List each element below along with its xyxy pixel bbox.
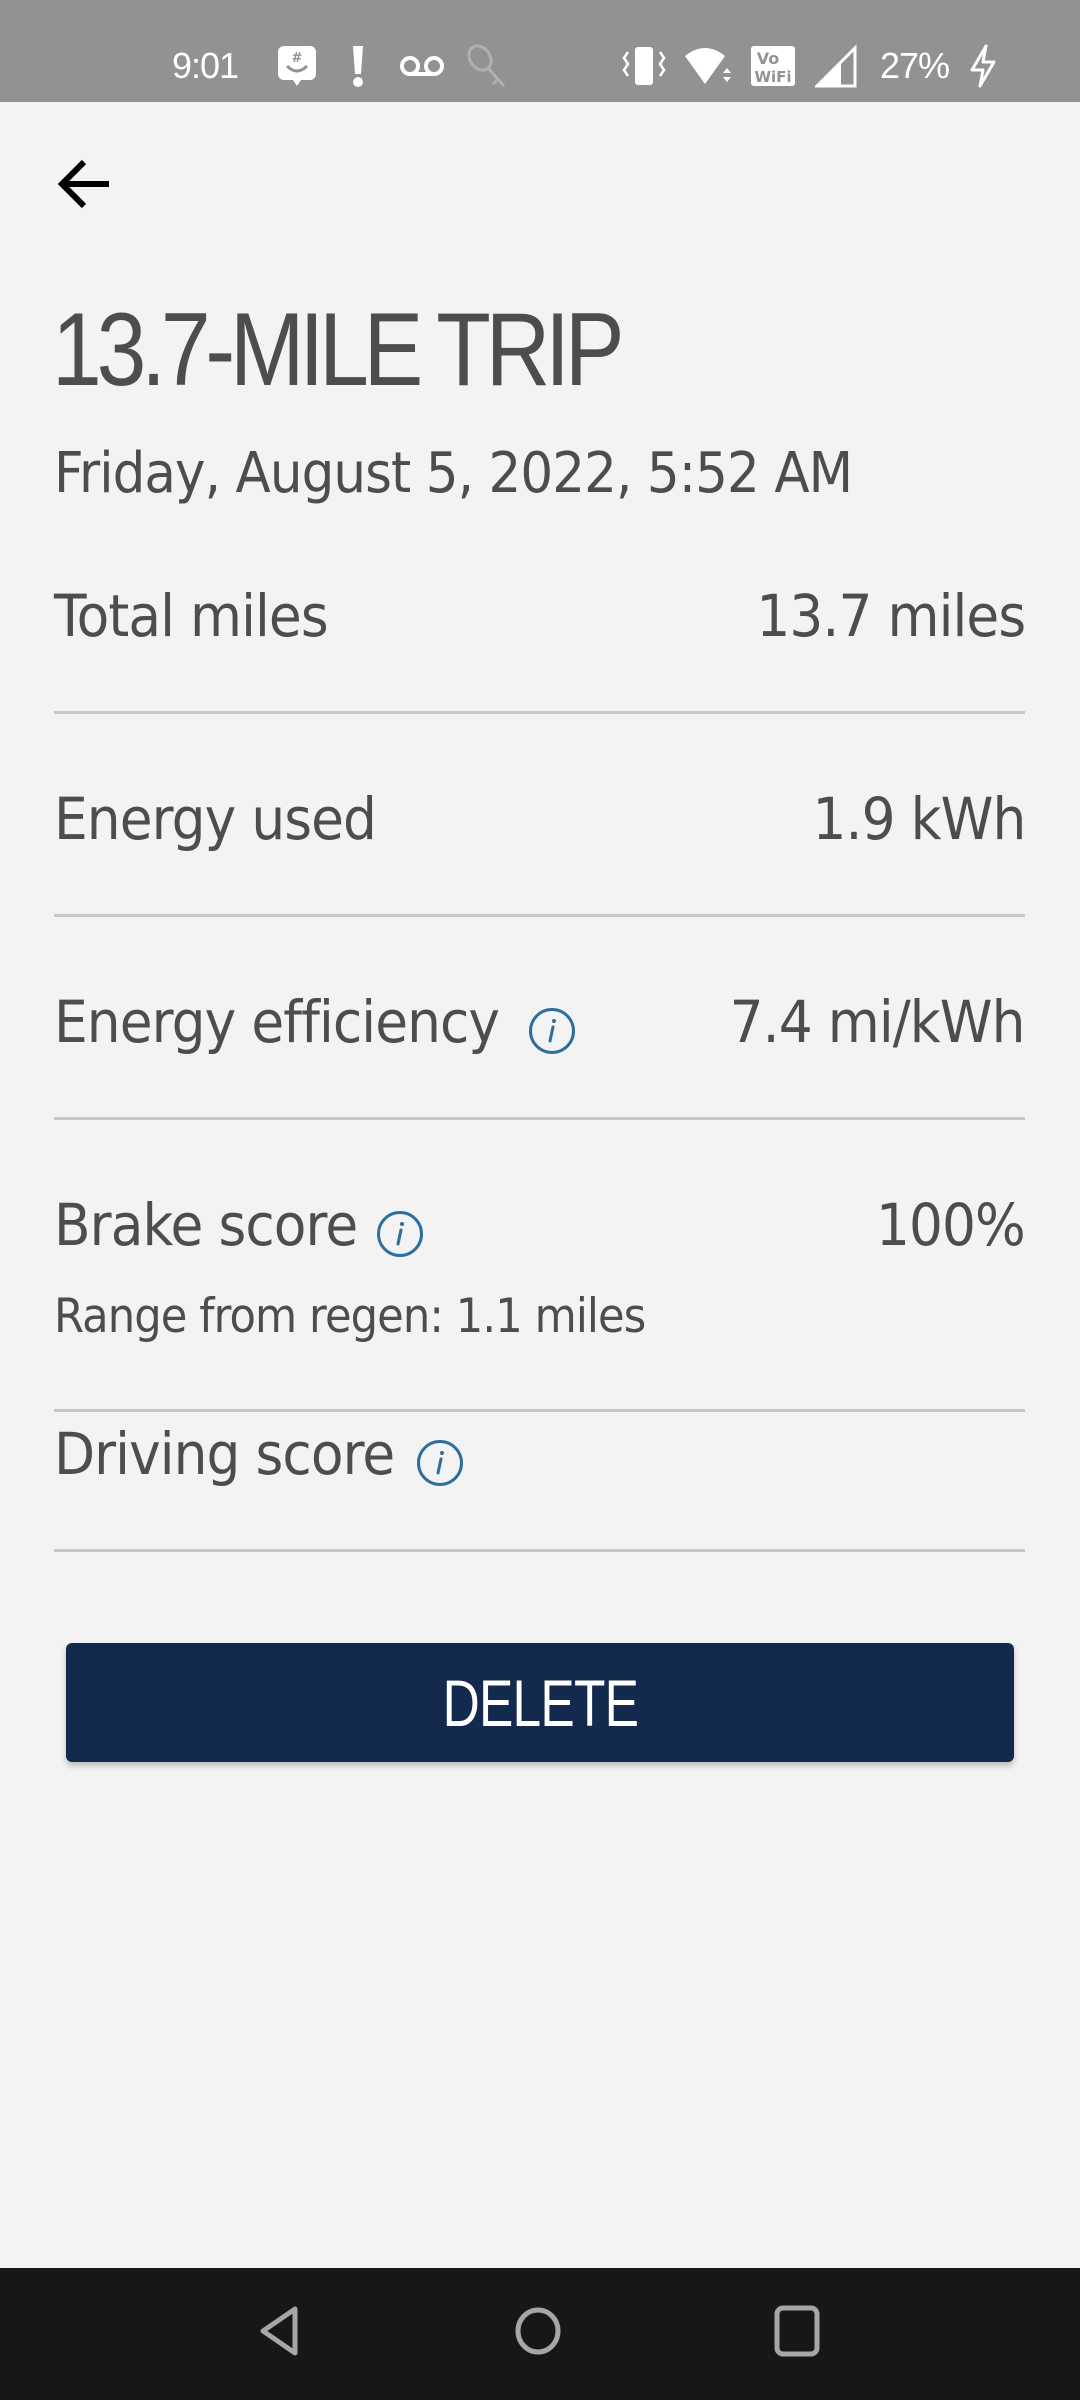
divider	[54, 1409, 1025, 1412]
nav-back-icon	[257, 2305, 303, 2361]
charging-bolt-icon	[968, 44, 998, 88]
stat-value: 100%	[876, 1191, 1026, 1259]
key-search-icon	[462, 44, 510, 88]
nav-recents-icon	[774, 2305, 820, 2361]
info-icon[interactable]	[416, 1439, 464, 1487]
trip-date: Friday, August 5, 2022, 5:52 AM	[54, 441, 853, 506]
nav-home-icon	[513, 2305, 563, 2361]
nav-back-button[interactable]	[240, 2300, 320, 2366]
svg-text:Vo: Vo	[757, 49, 780, 68]
divider	[54, 1117, 1025, 1120]
alert-icon	[348, 44, 368, 88]
divider	[54, 711, 1025, 714]
stat-value: 1.9 kWh	[812, 785, 1026, 853]
wifi-icon	[683, 44, 735, 88]
stat-label: Energy used	[54, 785, 377, 853]
nav-recents-button[interactable]	[757, 2300, 837, 2366]
svg-text:WiFi: WiFi	[754, 68, 791, 86]
groupme-icon: #	[277, 44, 317, 88]
regen-range-text: Range from regen: 1.1 miles	[54, 1289, 646, 1344]
vibrate-icon	[622, 44, 666, 88]
stat-value: 7.4 mi/kWh	[730, 988, 1026, 1056]
vowifi-icon: Vo WiFi	[750, 44, 796, 88]
stat-label: Brake score	[54, 1191, 358, 1259]
divider	[54, 914, 1025, 917]
divider	[54, 1549, 1025, 1552]
back-button[interactable]	[44, 146, 124, 226]
status-time: 9:01	[172, 45, 239, 86]
voicemail-icon	[398, 44, 446, 88]
status-bar: 9:01 # Vo WiFi 27%	[0, 0, 1080, 102]
stat-label: Energy efficiency	[54, 988, 500, 1056]
nav-home-button[interactable]	[498, 2300, 578, 2366]
stat-value: 13.7 miles	[756, 582, 1026, 650]
page-title: 13.7-MILE TRIP	[52, 292, 625, 408]
delete-button[interactable]: DELETE	[66, 1643, 1014, 1762]
battery-percent: 27%	[880, 45, 950, 86]
arrow-left-icon	[57, 159, 111, 213]
stat-label: Total miles	[54, 582, 329, 650]
stat-label: Driving score	[54, 1420, 395, 1488]
svg-text:#: #	[292, 51, 303, 66]
signal-icon	[815, 44, 857, 88]
info-icon[interactable]	[376, 1210, 424, 1258]
navigation-bar	[0, 2268, 1080, 2400]
delete-button-label: DELETE	[442, 1665, 638, 1740]
info-icon[interactable]	[528, 1007, 576, 1055]
